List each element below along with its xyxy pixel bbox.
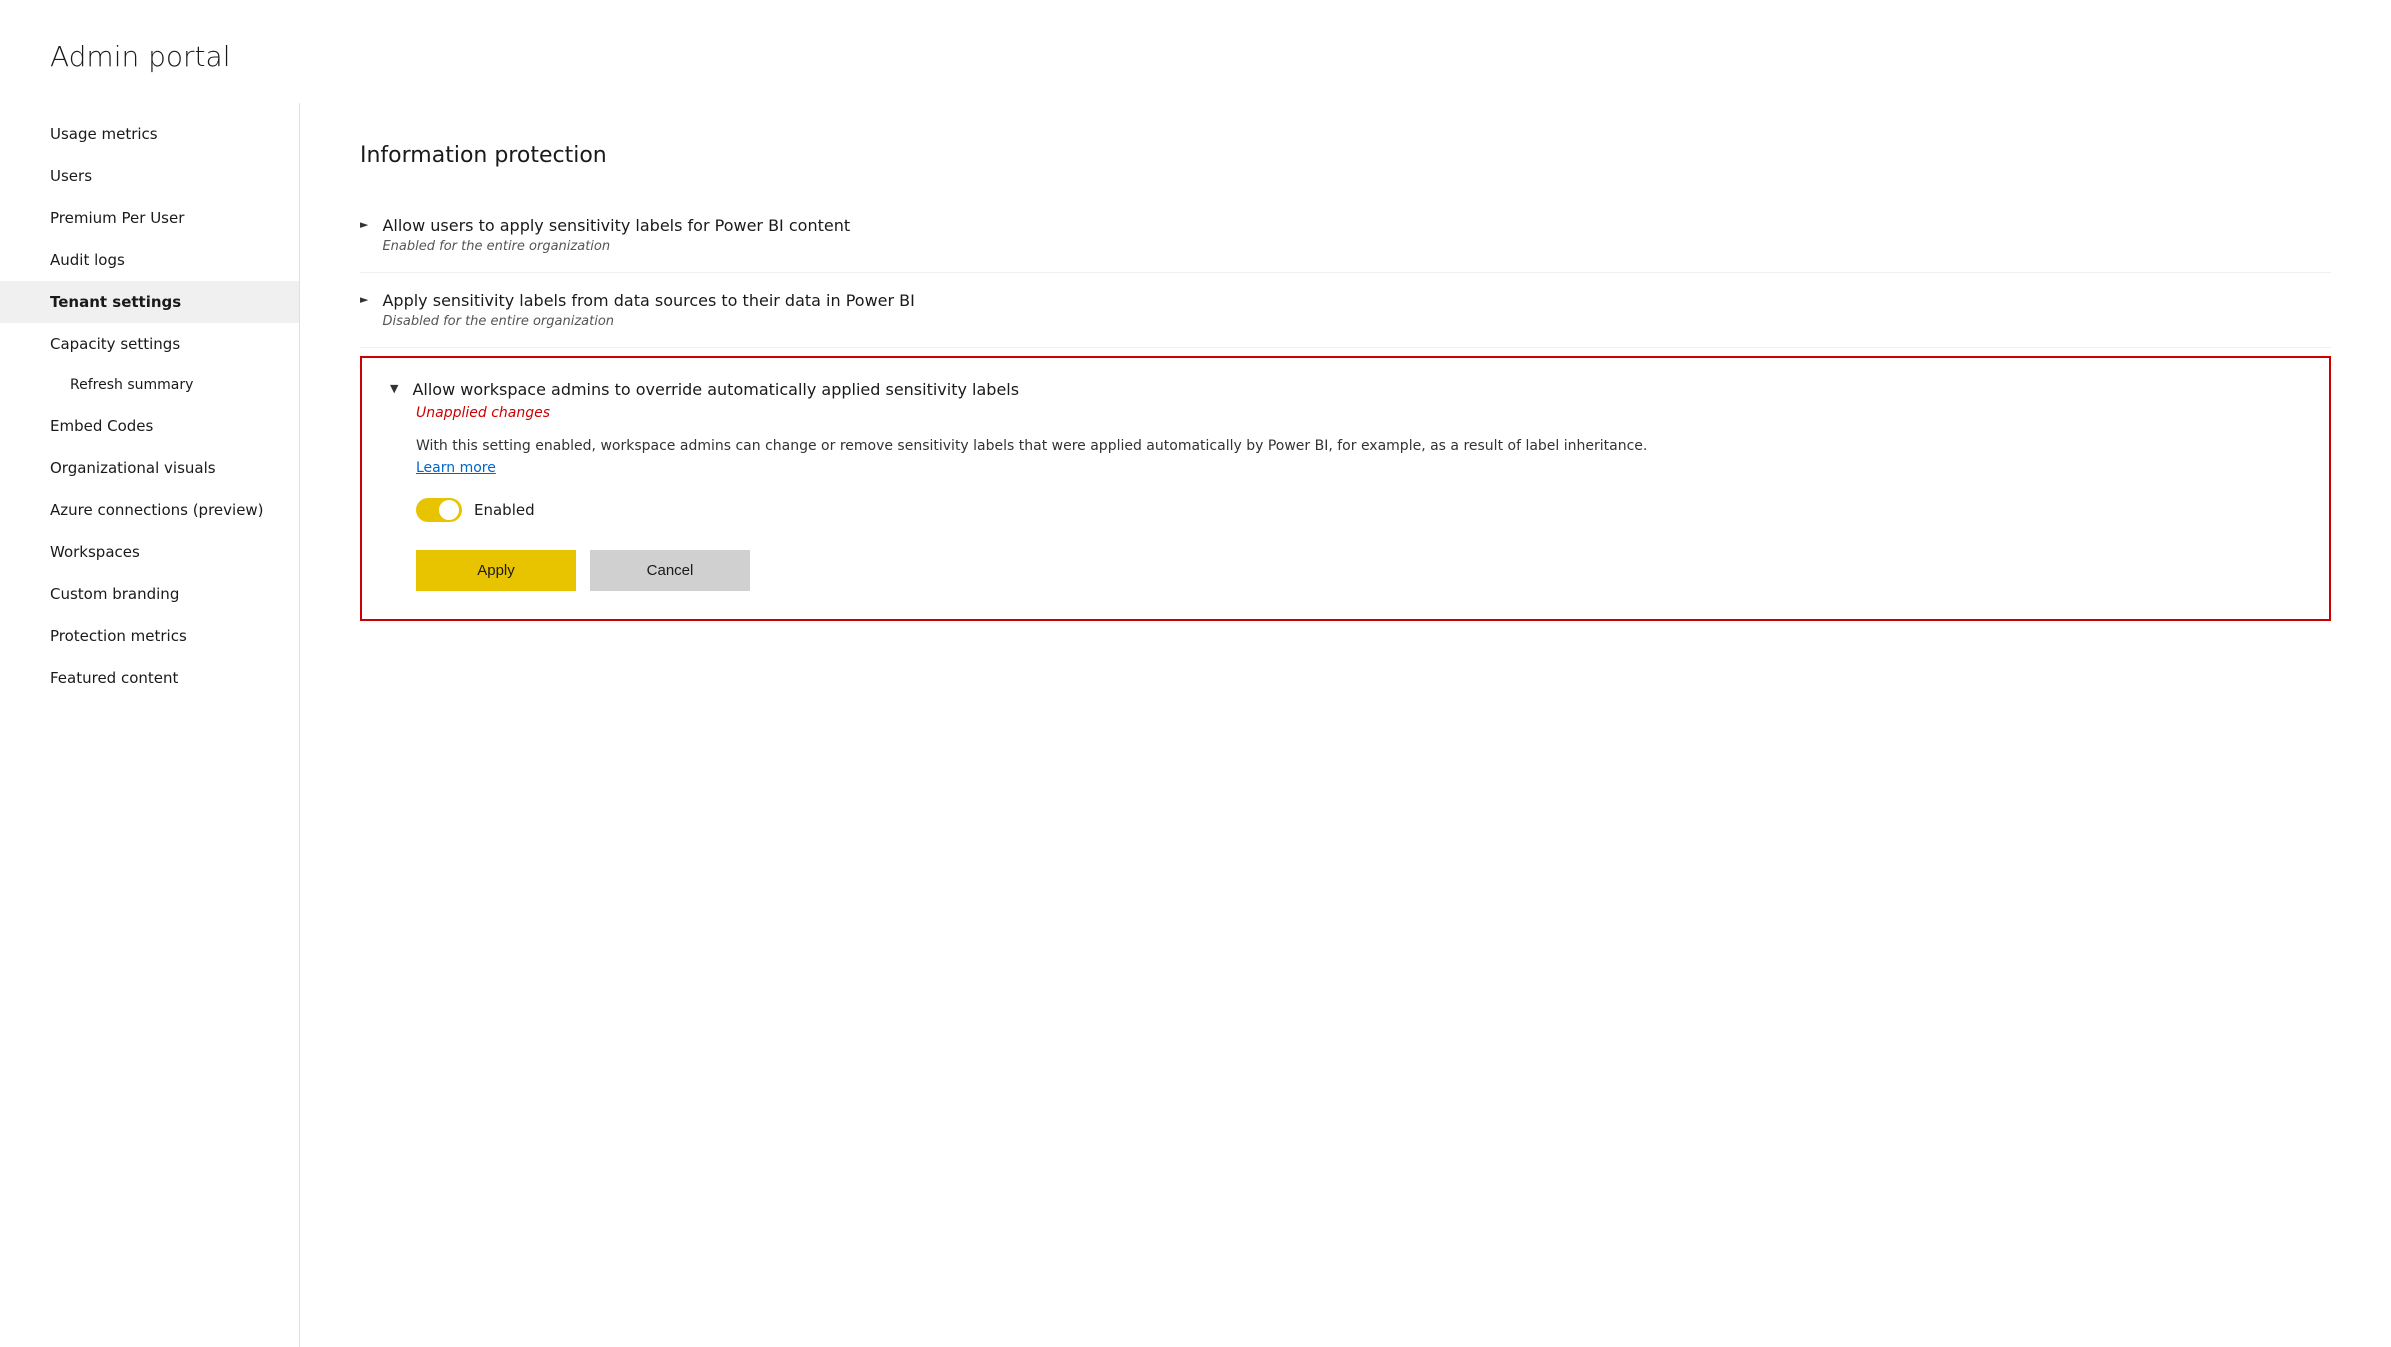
- setting-text-1: Allow users to apply sensitivity labels …: [382, 216, 2331, 254]
- sidebar-item-capacity-settings[interactable]: Capacity settings: [0, 323, 299, 365]
- page-title: Admin portal: [0, 40, 2391, 103]
- main-content: Information protection ► Allow users to …: [300, 103, 2391, 1347]
- toggle-switch[interactable]: [416, 498, 462, 522]
- sidebar-item-embed-codes[interactable]: Embed Codes: [0, 405, 299, 447]
- sidebar-item-users[interactable]: Users: [0, 155, 299, 197]
- toggle-thumb: [439, 500, 459, 520]
- sidebar-item-organizational-visuals[interactable]: Organizational visuals: [0, 447, 299, 489]
- panel-title: Allow workspace admins to override autom…: [412, 380, 2301, 399]
- button-row: Apply Cancel: [416, 550, 2301, 591]
- chevron-icon-3[interactable]: ▼: [390, 382, 398, 395]
- sidebar-item-workspaces[interactable]: Workspaces: [0, 531, 299, 573]
- sidebar-item-premium-per-user[interactable]: Premium Per User: [0, 197, 299, 239]
- page-container: Admin portal Usage metricsUsersPremium P…: [0, 0, 2391, 1347]
- sidebar-item-usage-metrics[interactable]: Usage metrics: [0, 113, 299, 155]
- setting-row-2: ► Apply sensitivity labels from data sou…: [360, 273, 2331, 348]
- sidebar-item-protection-metrics[interactable]: Protection metrics: [0, 615, 299, 657]
- expanded-panel: ▼ Allow workspace admins to override aut…: [360, 356, 2331, 621]
- apply-button[interactable]: Apply: [416, 550, 576, 591]
- toggle-track: [416, 498, 462, 522]
- setting-label-2: Apply sensitivity labels from data sourc…: [382, 291, 2331, 310]
- description-text: With this setting enabled, workspace adm…: [416, 438, 1647, 454]
- sidebar-item-featured-content[interactable]: Featured content: [0, 657, 299, 699]
- sidebar-item-azure-connections[interactable]: Azure connections (preview): [0, 489, 299, 531]
- chevron-icon-1[interactable]: ►: [360, 218, 368, 231]
- setting-status-2: Disabled for the entire organization: [382, 314, 2331, 329]
- setting-label-1: Allow users to apply sensitivity labels …: [382, 216, 2331, 235]
- learn-more-link[interactable]: Learn more: [416, 460, 496, 476]
- setting-row-1: ► Allow users to apply sensitivity label…: [360, 198, 2331, 273]
- sidebar-item-custom-branding[interactable]: Custom branding: [0, 573, 299, 615]
- panel-header: ▼ Allow workspace admins to override aut…: [390, 380, 2301, 399]
- panel-description: With this setting enabled, workspace adm…: [416, 435, 2301, 480]
- setting-text-2: Apply sensitivity labels from data sourc…: [382, 291, 2331, 329]
- sidebar-item-tenant-settings[interactable]: Tenant settings: [0, 281, 299, 323]
- toggle-row: Enabled: [416, 498, 2301, 522]
- unapplied-changes-label: Unapplied changes: [416, 405, 2301, 421]
- cancel-button[interactable]: Cancel: [590, 550, 750, 591]
- section-title: Information protection: [360, 143, 2331, 168]
- sidebar-item-refresh-summary[interactable]: Refresh summary: [0, 365, 299, 405]
- sidebar: Usage metricsUsersPremium Per UserAudit …: [0, 103, 300, 1347]
- content-area: Usage metricsUsersPremium Per UserAudit …: [0, 103, 2391, 1347]
- sidebar-item-audit-logs[interactable]: Audit logs: [0, 239, 299, 281]
- setting-status-1: Enabled for the entire organization: [382, 239, 2331, 254]
- chevron-icon-2[interactable]: ►: [360, 293, 368, 306]
- toggle-label: Enabled: [474, 501, 535, 519]
